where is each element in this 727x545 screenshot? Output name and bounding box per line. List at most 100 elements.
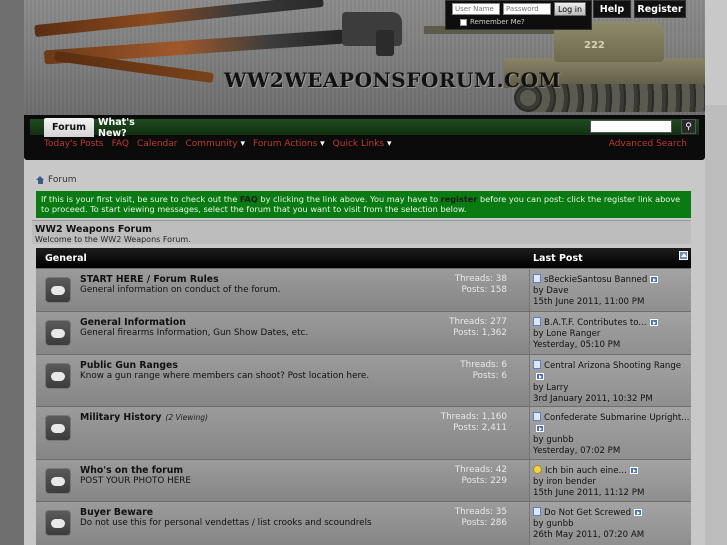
tab-whats-new[interactable]: What's New? bbox=[98, 117, 162, 139]
category-title[interactable]: General bbox=[45, 253, 87, 264]
forum-row[interactable]: Buyer Beware Do not use this for personal… bbox=[36, 501, 691, 545]
go-to-last-post-icon[interactable] bbox=[536, 425, 544, 432]
last-post-title[interactable]: Central Arizona Shooting Range bbox=[544, 361, 681, 371]
register-button[interactable]: Register bbox=[634, 0, 686, 18]
advanced-search-link[interactable]: Advanced Search bbox=[609, 139, 687, 149]
site-logo-title[interactable]: WW2WEAPONSFORUM.COM bbox=[224, 68, 561, 92]
tab-forum[interactable]: Forum bbox=[44, 118, 94, 137]
faq-link[interactable]: FAQ bbox=[239, 194, 258, 204]
password-input[interactable] bbox=[503, 3, 551, 15]
by-label: by bbox=[533, 286, 547, 296]
login-box: Log in Remember Me? bbox=[445, 0, 592, 30]
last-post-author[interactable]: iron bender bbox=[546, 477, 596, 487]
last-post-info: sBeckieSantosu Banned by Dave 15th June 20… bbox=[533, 274, 691, 308]
smile-icon bbox=[533, 465, 542, 474]
last-post-author[interactable]: Lone Ranger bbox=[546, 329, 600, 339]
help-button[interactable]: Help bbox=[593, 0, 631, 18]
last-post-title[interactable]: Ich bin auch eine... bbox=[545, 466, 627, 476]
thread-count: Threads: 6 bbox=[460, 360, 507, 370]
forum-stats: Threads: 42 Posts: 229 bbox=[455, 465, 507, 487]
link-faq[interactable]: FAQ bbox=[112, 139, 129, 149]
last-post-author[interactable]: Dave bbox=[546, 286, 568, 296]
go-to-last-post-icon[interactable] bbox=[536, 373, 544, 380]
forum-row[interactable]: START HERE / Forum Rules General informat… bbox=[36, 268, 691, 311]
last-post-info: Ich bin auch eine... by iron bender 15th J… bbox=[533, 465, 691, 499]
last-post-title[interactable]: B.A.T.F. Contributes to... bbox=[544, 318, 647, 328]
go-to-last-post-icon[interactable] bbox=[650, 276, 659, 283]
forum-name-link[interactable]: Public Gun Ranges bbox=[80, 360, 178, 371]
last-post-info: Central Arizona Shooting Range by Larry 3r… bbox=[533, 360, 691, 405]
remember-checkbox[interactable] bbox=[460, 18, 467, 26]
navbar: Forum What's New? ⚲ Today's Posts FAQ Ca… bbox=[24, 115, 705, 160]
notice-text: by clicking the link above. You may have… bbox=[257, 194, 441, 204]
forum-status-icon bbox=[45, 510, 71, 536]
register-link[interactable]: register bbox=[440, 194, 478, 204]
forum-status-icon bbox=[45, 363, 71, 389]
last-post-author[interactable]: Larry bbox=[546, 383, 568, 393]
post-icon bbox=[533, 360, 541, 369]
forum-status-icon bbox=[45, 415, 71, 441]
right-margin bbox=[705, 105, 727, 545]
go-to-last-post-icon[interactable] bbox=[629, 467, 638, 474]
forum-row[interactable]: Military History (2 Viewing) Threads: 1,16… bbox=[36, 406, 691, 459]
go-to-last-post-icon[interactable] bbox=[634, 509, 643, 516]
forum-row-description: General firearms Information, Gun Show D… bbox=[80, 328, 309, 338]
link-quick-links[interactable]: Quick Links bbox=[333, 139, 392, 149]
forum-name-link[interactable]: START HERE / Forum Rules bbox=[80, 274, 219, 285]
link-forum-actions[interactable]: Forum Actions bbox=[253, 139, 325, 149]
forum-row[interactable]: Public Gun Ranges Know a gun range where … bbox=[36, 354, 691, 406]
post-count: Posts: 286 bbox=[461, 518, 507, 528]
search-button[interactable]: ⚲ bbox=[681, 119, 696, 134]
forum-row[interactable]: General Information General firearms Info… bbox=[36, 311, 691, 354]
thread-count: Threads: 42 bbox=[454, 465, 507, 475]
forum-name-link[interactable]: Military History bbox=[80, 412, 161, 423]
breadcrumb-forum[interactable]: Forum bbox=[48, 175, 77, 185]
thread-count: Threads: 35 bbox=[454, 507, 507, 517]
search-icon: ⚲ bbox=[685, 121, 692, 132]
forum-stats: Threads: 277 Posts: 1,362 bbox=[449, 317, 507, 339]
link-todays-posts[interactable]: Today's Posts bbox=[44, 139, 104, 149]
last-post-title[interactable]: Do Not Get Screwed bbox=[544, 508, 631, 518]
post-count: Posts: 6 bbox=[472, 371, 507, 381]
last-post-header: Last Post bbox=[533, 253, 583, 264]
thread-count: Threads: 1,160 bbox=[440, 412, 507, 422]
search-input[interactable] bbox=[590, 120, 672, 133]
forum-description: Welcome to the WW2 Weapons Forum. bbox=[35, 235, 191, 244]
post-icon bbox=[533, 317, 541, 326]
forum-row-description: POST YOUR PHOTO HERE bbox=[80, 476, 191, 486]
last-post-author[interactable]: gunbb bbox=[546, 435, 573, 445]
login-button[interactable]: Log in bbox=[554, 2, 586, 16]
last-post-title[interactable]: Confederate Submarine Upright... bbox=[544, 413, 689, 423]
username-input[interactable] bbox=[452, 3, 500, 15]
home-icon[interactable] bbox=[36, 175, 45, 185]
breadcrumb: Forum bbox=[36, 175, 77, 185]
go-to-last-post-icon[interactable] bbox=[649, 319, 658, 326]
post-icon bbox=[533, 274, 541, 283]
last-post-date: 26th May 2011, 07:20 AM bbox=[533, 530, 645, 540]
last-post-author[interactable]: gunbb bbox=[546, 519, 573, 529]
forum-name-line: Who's on the forum bbox=[80, 465, 187, 476]
forum-name-line: Military History (2 Viewing) bbox=[80, 412, 208, 423]
remember-me[interactable]: Remember Me? bbox=[460, 18, 525, 26]
last-post-title[interactable]: sBeckieSantosu Banned bbox=[544, 275, 647, 285]
forum-name-link[interactable]: Buyer Beware bbox=[80, 507, 153, 518]
forum-row-description: Do not use this for personal vendettas /… bbox=[80, 518, 372, 528]
forum-stats: Threads: 35 Posts: 286 bbox=[455, 507, 507, 529]
thread-count: Threads: 277 bbox=[449, 317, 507, 327]
navbar-sublinks: Today's Posts FAQ Calendar Community For… bbox=[44, 139, 391, 149]
welcome-notice: If this is your first visit, be sure to … bbox=[36, 191, 691, 218]
post-count: Posts: 1,362 bbox=[453, 328, 507, 338]
last-post-date: Yesterday, 05:10 PM bbox=[533, 340, 621, 350]
collapse-icon[interactable] bbox=[679, 251, 688, 260]
by-label: by bbox=[533, 435, 547, 445]
forum-name-link[interactable]: Who's on the forum bbox=[80, 465, 183, 476]
post-count: Posts: 158 bbox=[461, 285, 507, 295]
link-community[interactable]: Community bbox=[186, 139, 245, 149]
tank-number: 222 bbox=[584, 40, 605, 51]
forum-title-box: WW2 Weapons Forum Welcome to the WW2 Wea… bbox=[32, 220, 691, 244]
forum-row-description: Know a gun range where members can shoot… bbox=[80, 371, 370, 381]
forum-name-link[interactable]: General Information bbox=[80, 317, 186, 328]
link-calendar[interactable]: Calendar bbox=[137, 139, 177, 149]
forum-row[interactable]: Who's on the forum POST YOUR PHOTO HERE Th… bbox=[36, 459, 691, 501]
forum-name-line: Buyer Beware bbox=[80, 507, 157, 518]
